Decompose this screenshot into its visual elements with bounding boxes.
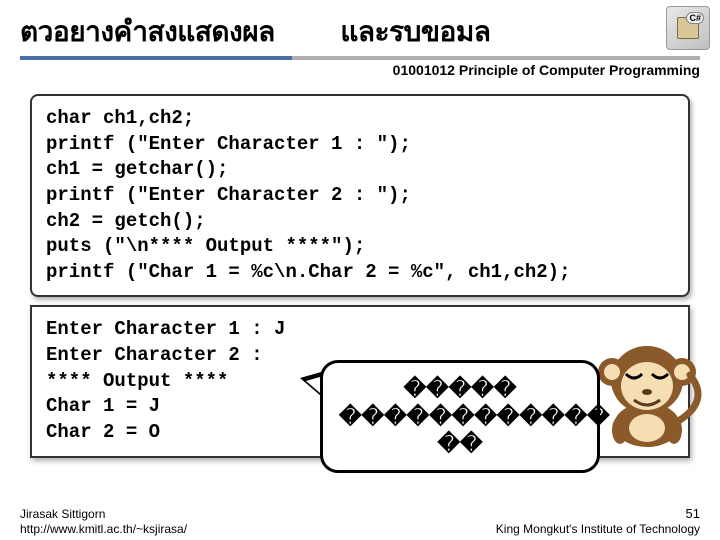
code-line: printf ("Enter Character 1 : "); — [46, 132, 674, 158]
title-left: ตวอยางคำสงแสดงผล — [20, 16, 275, 47]
monkey-cartoon-icon — [592, 330, 702, 450]
author-url: http://www.kmitl.ac.th/~ksjirasa/ — [20, 522, 187, 538]
code-line: ch2 = getch(); — [46, 209, 674, 235]
code-line: puts ("\n**** Output ****"); — [46, 234, 674, 260]
page-number: 51 — [496, 506, 700, 523]
institute-name: King Mongkut's Institute of Technology — [496, 522, 700, 538]
slide-header: ตวอยางคำสงแสดงผล และรบขอมล — [0, 0, 720, 54]
course-subtitle: 01001012 Principle of Computer Programmi… — [0, 60, 720, 86]
code-line: ch1 = getchar(); — [46, 157, 674, 183]
corner-badge-icon — [666, 6, 710, 50]
code-line: printf ("Char 1 = %c\n.Char 2 = %c", ch1… — [46, 260, 674, 286]
bubble-line: ����� — [339, 375, 581, 403]
csharp-icon — [677, 17, 699, 39]
bubble-line: ������������ — [339, 403, 581, 431]
code-block: char ch1,ch2; printf ("Enter Character 1… — [30, 94, 690, 297]
bubble-line: �� — [339, 430, 581, 458]
speech-bubble: ����� ������������ �� — [320, 360, 600, 473]
code-line: char ch1,ch2; — [46, 106, 674, 132]
footer-left: Jirasak Sittigorn http://www.kmitl.ac.th… — [20, 507, 187, 538]
author-name: Jirasak Sittigorn — [20, 507, 187, 523]
code-line: printf ("Enter Character 2 : "); — [46, 183, 674, 209]
slide-title: ตวอยางคำสงแสดงผล และรบขอมล — [20, 10, 700, 54]
footer-right: 51 King Mongkut's Institute of Technolog… — [496, 506, 700, 538]
slide-footer: Jirasak Sittigorn http://www.kmitl.ac.th… — [0, 502, 720, 540]
title-right: และรบขอมล — [340, 16, 490, 47]
